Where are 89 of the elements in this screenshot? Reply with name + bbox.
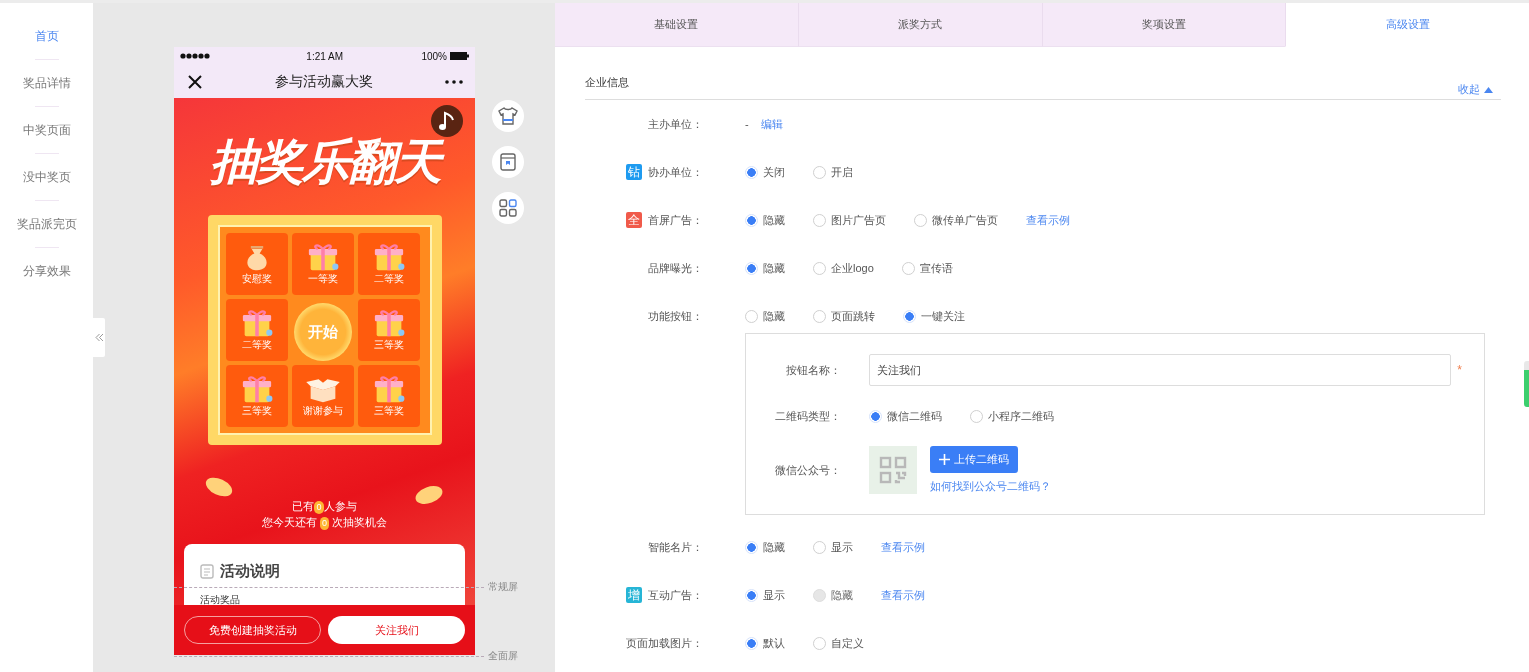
prize-label: 安慰奖 xyxy=(241,272,272,286)
link[interactable]: 查看示例 xyxy=(881,587,925,603)
signal-icon xyxy=(180,53,210,59)
prize-label: 二等奖 xyxy=(241,338,272,352)
radio-option[interactable]: 隐藏 xyxy=(745,212,785,228)
settings-tab[interactable]: 派奖方式 xyxy=(797,3,1042,47)
settings-tab[interactable]: 奖项设置 xyxy=(1041,3,1286,47)
field-label: 二维码类型： xyxy=(774,408,841,424)
radio-option[interactable]: 图片广告页 xyxy=(813,212,886,228)
card-title: 活动说明 xyxy=(220,562,280,581)
caret-up-icon xyxy=(1484,86,1493,93)
section-title: 企业信息 xyxy=(585,75,629,90)
field-label: 智能名片： xyxy=(648,539,703,555)
field-label: 页面加载图片： xyxy=(626,635,703,651)
bookmark-page-icon xyxy=(500,153,516,171)
prize-label: 谢谢参与 xyxy=(302,404,343,418)
field-label: 品牌曝光： xyxy=(648,260,703,276)
feature-badge: 增 xyxy=(626,587,642,603)
radio-option[interactable]: 微信二维码 xyxy=(869,408,942,424)
card-text: 活动奖品 xyxy=(200,593,241,605)
side-scroll-handle[interactable] xyxy=(1524,361,1529,407)
document-icon xyxy=(200,564,214,579)
field-label: 微信公众号： xyxy=(774,462,841,478)
sidebar-item[interactable]: 中奖页面 xyxy=(0,119,93,141)
prize-label: 三等奖 xyxy=(373,338,404,352)
template-button[interactable] xyxy=(492,146,524,178)
screen-guide-label: 全面屏 xyxy=(488,649,518,663)
plus-icon xyxy=(939,454,950,465)
participants-text: 已有 0 人参与 xyxy=(292,500,357,514)
layout-button[interactable] xyxy=(492,192,524,224)
link[interactable]: 编辑 xyxy=(760,116,783,132)
settings-tab[interactable]: 基础设置 xyxy=(555,3,798,47)
radio-option[interactable]: 页面跳转 xyxy=(813,308,875,324)
field-label: 协办单位： xyxy=(648,164,703,180)
field-label: 按钮名称： xyxy=(785,362,841,378)
sidebar-item[interactable]: 首页 xyxy=(0,25,93,47)
radio-option[interactable]: 小程序二维码 xyxy=(970,408,1054,424)
music-note-icon xyxy=(438,111,456,131)
feature-badge: 全 xyxy=(626,212,642,228)
qr-code-icon xyxy=(879,456,907,484)
sidebar-item[interactable]: 奖品详情 xyxy=(0,72,93,94)
help-link[interactable]: 如何找到公众号二维码？ xyxy=(930,479,1051,494)
radio-option[interactable]: 宣传语 xyxy=(901,260,953,276)
action-button[interactable]: 关注我们 xyxy=(328,616,465,644)
radio-option[interactable]: 微传单广告页 xyxy=(914,212,998,228)
grid-icon xyxy=(499,199,517,217)
upload-button[interactable]: 上传二维码 xyxy=(930,446,1018,473)
field-label: 互动广告： xyxy=(648,587,703,603)
field-label: 首屏广告： xyxy=(648,212,703,228)
radio-option[interactable]: 关闭 xyxy=(745,164,785,180)
prize-label: 三等奖 xyxy=(373,404,404,418)
screen-guide-label: 常规屏 xyxy=(488,580,518,594)
link[interactable]: 查看示例 xyxy=(1026,212,1070,228)
prize-label: 一等奖 xyxy=(307,272,338,286)
button-name-field[interactable]: 关注我们 xyxy=(869,354,1452,386)
radio-option[interactable]: 显示 xyxy=(813,539,853,555)
sidebar-item[interactable]: 奖品派完页 xyxy=(0,213,93,235)
close-icon[interactable] xyxy=(188,74,202,89)
radio-option[interactable]: 隐藏 xyxy=(745,260,785,276)
link[interactable]: 查看示例 xyxy=(881,539,925,555)
prize-label: 三等奖 xyxy=(241,404,272,418)
field-value: - xyxy=(745,118,749,130)
field-label: 功能按钮： xyxy=(648,308,703,324)
radio-option[interactable]: 一键关注 xyxy=(903,308,965,324)
collapse-link[interactable]: 收起 xyxy=(1458,82,1493,97)
sidebar-item[interactable]: 分享效果 xyxy=(0,260,93,282)
radio-option[interactable]: 隐藏 xyxy=(745,539,785,555)
page-title: 参与活动赢大奖 xyxy=(274,72,373,91)
sidebar-item[interactable]: 没中奖页 xyxy=(0,166,93,188)
radio-option[interactable]: 默认 xyxy=(745,635,785,651)
music-button[interactable] xyxy=(431,105,463,137)
required-mark: * xyxy=(1457,363,1462,377)
battery-icon xyxy=(450,52,469,60)
radio-option[interactable]: 企业logo xyxy=(813,260,874,276)
more-icon[interactable] xyxy=(445,79,463,84)
radio-option[interactable]: 开启 xyxy=(813,164,853,180)
collapse-handle[interactable] xyxy=(93,318,105,357)
collapse-icon xyxy=(94,333,104,342)
battery-percent: 100% xyxy=(421,50,447,62)
status-time: 1:21 AM xyxy=(306,50,344,62)
prize-label: 二等奖 xyxy=(373,272,404,286)
chances-text: 您今天还有 0 次抽奖机会 xyxy=(261,516,388,530)
feature-badge: 钻 xyxy=(626,164,642,180)
radio-option[interactable]: 自定义 xyxy=(813,635,864,651)
shirt-icon xyxy=(498,107,518,125)
field-label: 主办单位： xyxy=(648,116,703,132)
radio-option[interactable]: 隐藏 xyxy=(745,308,785,324)
theme-button[interactable] xyxy=(492,100,524,132)
radio-option[interactable]: 显示 xyxy=(745,587,785,603)
